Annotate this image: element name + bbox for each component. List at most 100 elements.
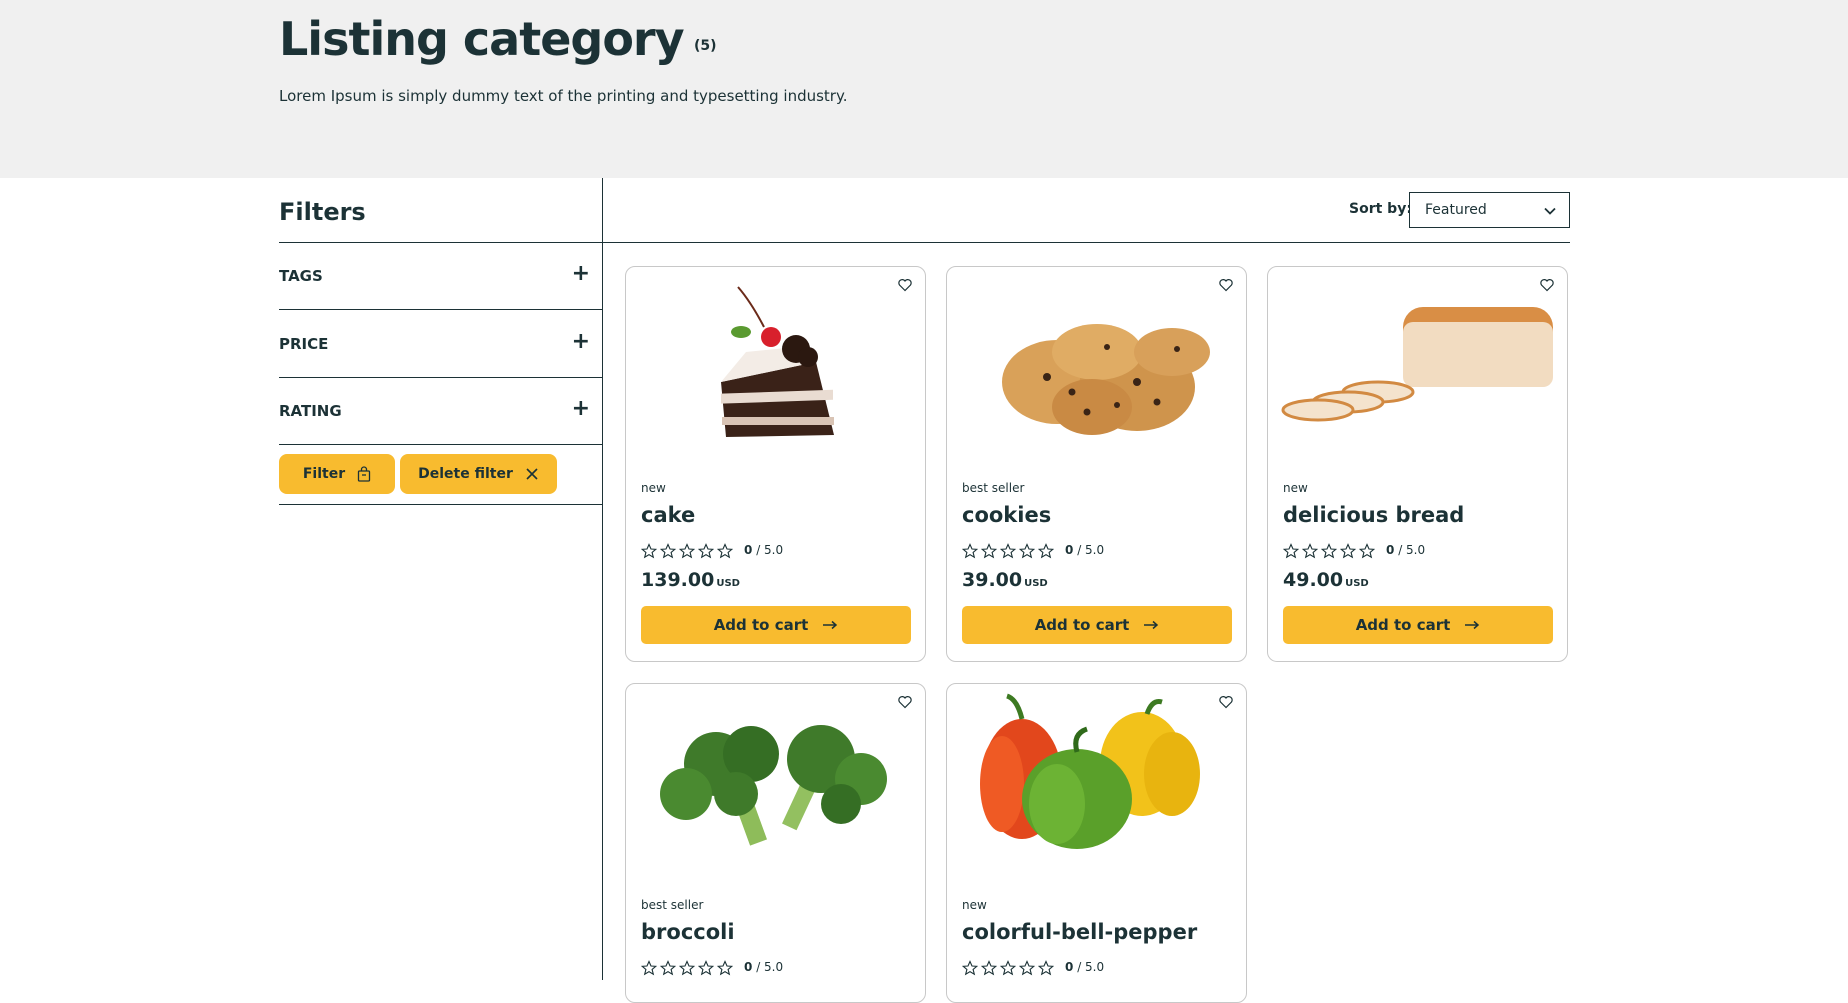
rating-score: 0 bbox=[1065, 960, 1074, 974]
star-icon bbox=[1019, 960, 1035, 976]
rating-value: 0 / 5.0 bbox=[1386, 543, 1425, 557]
product-card[interactable]: best seller broccoli 0 / 5.0 bbox=[625, 683, 926, 1003]
sidebar-divider bbox=[602, 178, 603, 980]
star-icon bbox=[1359, 543, 1375, 559]
product-name[interactable]: cookies bbox=[962, 503, 1051, 527]
arrow-right-icon bbox=[823, 620, 838, 630]
product-badge: new bbox=[641, 481, 666, 495]
product-name[interactable]: broccoli bbox=[641, 920, 735, 944]
close-icon bbox=[526, 468, 538, 480]
star-icon bbox=[717, 960, 733, 976]
star-icon bbox=[1340, 543, 1356, 559]
add-to-cart-label: Add to cart bbox=[713, 616, 809, 634]
product-name[interactable]: delicious bread bbox=[1283, 503, 1464, 527]
product-badge: best seller bbox=[641, 898, 704, 912]
price-amount: 49.00 bbox=[1283, 569, 1344, 591]
star-icon bbox=[1019, 543, 1035, 559]
filter-button[interactable]: Filter bbox=[279, 454, 395, 494]
star-icon bbox=[698, 960, 714, 976]
plus-icon[interactable]: + bbox=[572, 396, 590, 421]
rating-stars bbox=[962, 960, 1054, 976]
product-badge: best seller bbox=[962, 481, 1025, 495]
add-to-cart-label: Add to cart bbox=[1355, 616, 1451, 634]
product-image bbox=[660, 725, 887, 846]
add-to-cart-button[interactable]: Add to cart bbox=[962, 606, 1232, 644]
star-icon bbox=[698, 543, 714, 559]
rating-score: 0 bbox=[1065, 543, 1074, 557]
page-title: Listing category bbox=[279, 12, 685, 66]
product-image bbox=[980, 693, 1200, 849]
product-price: 39.00 USD bbox=[962, 569, 1048, 591]
filter-section-label: RATING bbox=[279, 402, 342, 420]
filter-section-rating[interactable]: RATING + bbox=[279, 378, 602, 445]
star-icon bbox=[660, 960, 676, 976]
rating-value: 0 / 5.0 bbox=[744, 543, 783, 557]
rating-score: 0 bbox=[744, 543, 753, 557]
price-currency: USD bbox=[716, 578, 740, 589]
add-to-cart-button[interactable]: Add to cart bbox=[1283, 606, 1553, 644]
rating-max: / 5.0 bbox=[1077, 960, 1105, 974]
product-price: 49.00 USD bbox=[1283, 569, 1369, 591]
filter-section-label: TAGS bbox=[279, 267, 323, 285]
rating-max: / 5.0 bbox=[1398, 543, 1426, 557]
product-name[interactable]: colorful-bell-pepper bbox=[962, 920, 1197, 944]
price-currency: USD bbox=[1345, 578, 1369, 589]
rating-stars bbox=[962, 543, 1054, 559]
rating-max: / 5.0 bbox=[1077, 543, 1105, 557]
add-to-cart-button[interactable]: Add to cart bbox=[641, 606, 911, 644]
rating-value: 0 / 5.0 bbox=[1065, 960, 1104, 974]
star-icon bbox=[962, 960, 978, 976]
plus-icon[interactable]: + bbox=[572, 261, 590, 286]
price-amount: 139.00 bbox=[641, 569, 715, 591]
page-header: Listing category (5) Lorem Ipsum is simp… bbox=[0, 0, 1848, 178]
sort-select[interactable]: Featured bbox=[1409, 192, 1570, 228]
filter-section-label: PRICE bbox=[279, 335, 329, 353]
bag-icon bbox=[357, 466, 371, 482]
delete-filter-button[interactable]: Delete filter bbox=[400, 454, 557, 494]
product-image bbox=[1002, 324, 1210, 435]
product-card[interactable]: new colorful-bell-pepper 0 / 5.0 bbox=[946, 683, 1247, 1003]
heart-icon[interactable] bbox=[1539, 277, 1555, 293]
star-icon bbox=[981, 960, 997, 976]
filter-section-tags[interactable]: TAGS + bbox=[279, 243, 602, 310]
product-card[interactable]: new delicious bread 0 / 5.0 49.00 USD Add… bbox=[1267, 266, 1568, 662]
star-icon bbox=[1283, 543, 1299, 559]
rating-value: 0 / 5.0 bbox=[744, 960, 783, 974]
product-name[interactable]: cake bbox=[641, 503, 695, 527]
arrow-right-icon bbox=[1465, 620, 1480, 630]
rating-stars bbox=[641, 960, 733, 976]
product-card[interactable]: new cake 0 / 5.0 139.00 USD Add to cart bbox=[625, 266, 926, 662]
star-icon bbox=[981, 543, 997, 559]
star-icon bbox=[1000, 960, 1016, 976]
star-icon bbox=[660, 543, 676, 559]
rating-stars bbox=[641, 543, 733, 559]
price-currency: USD bbox=[1024, 578, 1048, 589]
product-card[interactable]: best seller cookies 0 / 5.0 39.00 USD Add… bbox=[946, 266, 1247, 662]
heart-icon[interactable] bbox=[1218, 277, 1234, 293]
star-icon bbox=[1000, 543, 1016, 559]
rating-score: 0 bbox=[744, 960, 753, 974]
heart-icon[interactable] bbox=[1218, 694, 1234, 710]
filter-actions: Filter Delete filter bbox=[279, 454, 602, 505]
heart-icon[interactable] bbox=[897, 694, 913, 710]
star-icon bbox=[641, 960, 657, 976]
heart-icon[interactable] bbox=[897, 277, 913, 293]
chevron-down-icon bbox=[1544, 207, 1556, 215]
product-image bbox=[1281, 307, 1553, 422]
delete-filter-label: Delete filter bbox=[418, 466, 513, 482]
product-image bbox=[721, 286, 834, 437]
star-icon bbox=[641, 543, 657, 559]
product-count: (5) bbox=[694, 38, 717, 54]
price-amount: 39.00 bbox=[962, 569, 1023, 591]
rating-score: 0 bbox=[1386, 543, 1395, 557]
arrow-right-icon bbox=[1144, 620, 1159, 630]
star-icon bbox=[1038, 543, 1054, 559]
product-badge: new bbox=[962, 898, 987, 912]
star-icon bbox=[1321, 543, 1337, 559]
star-icon bbox=[1038, 960, 1054, 976]
star-icon bbox=[717, 543, 733, 559]
filter-button-label: Filter bbox=[302, 466, 346, 482]
plus-icon[interactable]: + bbox=[572, 329, 590, 354]
filter-section-price[interactable]: PRICE + bbox=[279, 311, 602, 378]
filters-heading: Filters bbox=[279, 198, 366, 226]
